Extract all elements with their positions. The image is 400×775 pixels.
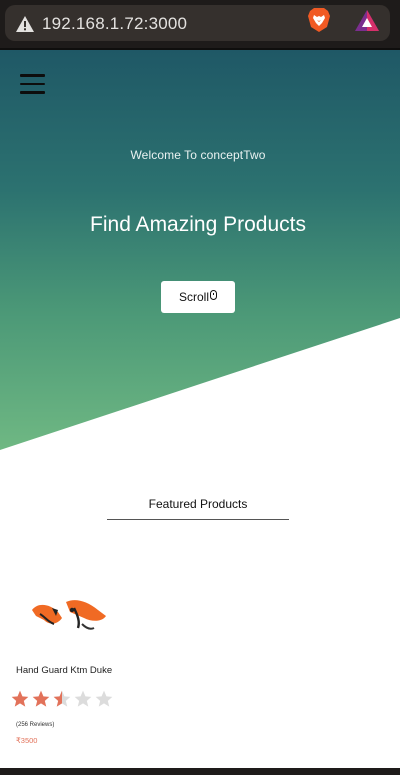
hero-welcome-text: Welcome To conceptTwo: [130, 148, 266, 162]
product-price: ₹3500: [16, 736, 38, 745]
warning-triangle-icon[interactable]: [15, 15, 35, 33]
hero-heading: Find Amazing Products: [90, 213, 306, 236]
scroll-button-label: Scroll: [178, 290, 209, 304]
product-rating: [10, 689, 114, 709]
mouse-icon: [210, 290, 217, 300]
featured-heading-underline: [107, 519, 289, 520]
product-image[interactable]: [28, 588, 112, 642]
brave-lion-icon[interactable]: [306, 7, 332, 33]
star-filled-icon: [11, 690, 29, 707]
review-count: (256 Reviews): [16, 722, 55, 728]
browser-toolbar: 192.168.1.72:3000: [0, 0, 400, 48]
product-card[interactable]: Hand Guard Ktm Duke (256 Reviews) ₹3500: [10, 580, 160, 750]
brave-rewards-icon[interactable]: [354, 9, 380, 33]
hamburger-menu-icon[interactable]: [20, 74, 45, 94]
star-half-icon: [53, 690, 71, 707]
star-filled-icon: [32, 690, 50, 707]
toolbar-divider: [0, 48, 400, 50]
star-empty-icon: [74, 690, 92, 707]
address-bar[interactable]: 192.168.1.72:3000: [5, 5, 390, 41]
product-name[interactable]: Hand Guard Ktm Duke: [16, 665, 112, 676]
system-bottom-bar: [0, 768, 400, 775]
featured-products-heading: Featured Products: [148, 497, 248, 511]
scroll-button[interactable]: Scroll: [161, 281, 235, 313]
star-empty-icon: [95, 690, 113, 707]
hero-banner: [0, 50, 400, 450]
url-text[interactable]: 192.168.1.72:3000: [42, 14, 187, 34]
